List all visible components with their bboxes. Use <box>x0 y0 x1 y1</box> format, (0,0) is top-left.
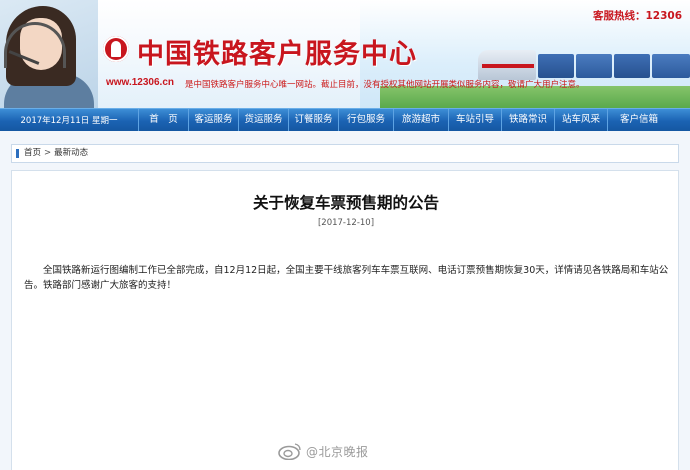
train-car <box>652 54 690 78</box>
nav-station-guide[interactable]: 车站引导 <box>448 109 501 131</box>
train-car <box>538 54 574 78</box>
site-logo-text[interactable]: 中国铁路客户服务中心 <box>137 32 417 71</box>
train-car <box>576 54 612 78</box>
main-navigation: 2017年12月11日 星期一 首 页 客运服务 货运服务 订餐服务 行包服务 … <box>0 108 690 131</box>
locomotive-stripe <box>482 64 534 68</box>
breadcrumb-separator: > <box>44 148 52 158</box>
breadcrumb: 首页 > 最新动态 <box>11 144 679 163</box>
nav-station-train-style[interactable]: 站车风采 <box>554 109 607 131</box>
breadcrumb-current[interactable]: 最新动态 <box>54 148 88 158</box>
nav-luggage-service[interactable]: 行包服务 <box>338 109 393 131</box>
nav-meal-ordering[interactable]: 订餐服务 <box>288 109 338 131</box>
page: 中国铁路客户服务中心 www.12306.cn 是中国铁路客户服务中心唯一网站。… <box>0 0 690 470</box>
nav-freight-service[interactable]: 货运服务 <box>238 109 288 131</box>
customer-service-agent-image <box>0 0 98 108</box>
breadcrumb-home-link[interactable]: 首页 <box>24 148 41 158</box>
nav-home[interactable]: 首 页 <box>138 109 188 131</box>
watermark-text: @北京晚报 <box>306 445 369 459</box>
current-date: 2017年12月11日 星期一 <box>20 116 118 126</box>
nav-railway-knowledge[interactable]: 铁路常识 <box>501 109 554 131</box>
site-url-link[interactable]: www.12306.cn <box>106 77 174 88</box>
article-body: 全国铁路新运行图编制工作已全部完成，自12月12日起，全国主要干线旅客列车车票互… <box>24 265 669 291</box>
service-hotline: 客服热线：12306 <box>592 10 682 22</box>
breadcrumb-marker <box>16 149 19 158</box>
article-date: [2017-12-10] <box>317 218 375 228</box>
header-banner: 中国铁路客户服务中心 www.12306.cn 是中国铁路客户服务中心唯一网站。… <box>0 0 690 108</box>
article-title: 关于恢复车票预售期的公告 <box>252 194 439 212</box>
weibo-icon <box>278 443 301 460</box>
railway-logo-icon <box>103 36 129 62</box>
weibo-watermark: @北京晚报 <box>278 440 438 464</box>
freight-train-image <box>478 48 690 82</box>
nav-customer-mailbox[interactable]: 客户信箱 <box>607 109 670 131</box>
nav-passenger-service[interactable]: 客运服务 <box>188 109 238 131</box>
article-panel: 关于恢复车票预售期的公告 [2017-12-10] 全国铁路新运行图编制工作已全… <box>11 170 679 470</box>
nav-travel-market[interactable]: 旅游超市 <box>393 109 448 131</box>
locomotive <box>478 50 536 80</box>
train-car <box>614 54 650 78</box>
